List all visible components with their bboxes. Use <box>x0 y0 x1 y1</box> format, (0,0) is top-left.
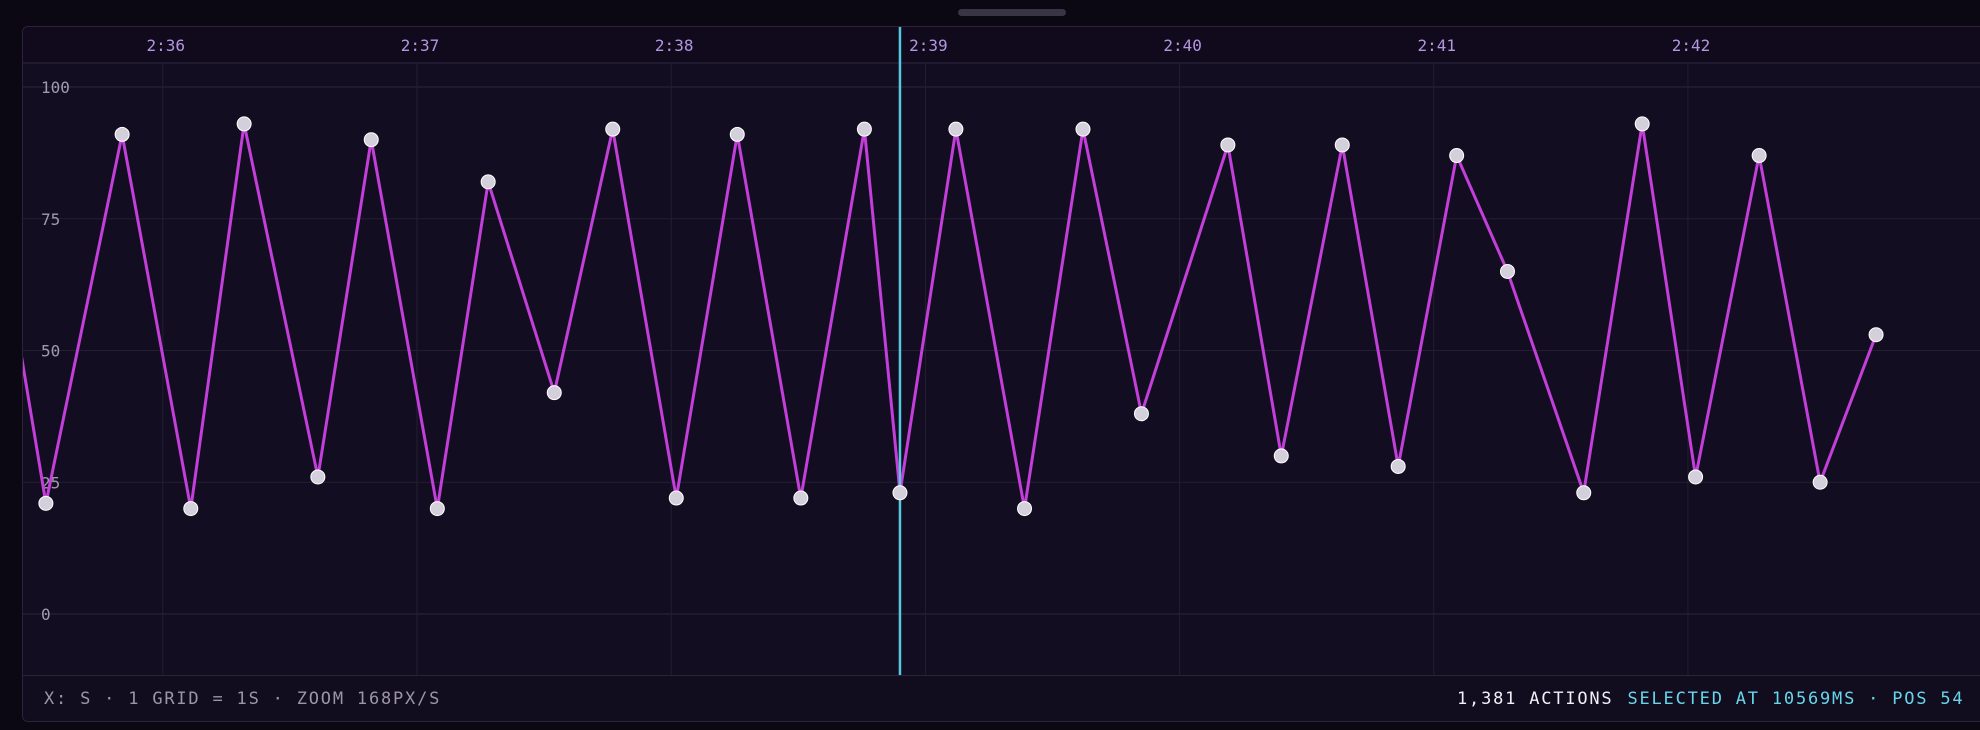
data-point[interactable] <box>892 485 908 501</box>
data-point[interactable] <box>948 121 964 137</box>
data-point[interactable] <box>363 132 379 148</box>
data-point[interactable] <box>856 121 872 137</box>
y-tick-label: 0 <box>41 605 51 624</box>
data-point[interactable] <box>793 490 809 506</box>
data-point[interactable] <box>1751 148 1767 164</box>
app-window: 0 25 50 75 100 2:36 2:37 2:38 2:39 2:40 2:41 2:42 … <box>0 0 1980 730</box>
actions-count: 1,381 ACTIONS <box>1457 689 1614 709</box>
x-tick-label: 2:36 <box>147 36 186 55</box>
data-point[interactable] <box>1390 458 1406 474</box>
data-point[interactable] <box>1688 469 1704 485</box>
x-tick-label: 2:42 <box>1672 36 1711 55</box>
x-tick-label: 2:40 <box>1163 36 1202 55</box>
data-point[interactable] <box>1334 137 1350 153</box>
data-point[interactable] <box>1220 137 1236 153</box>
data-point[interactable] <box>183 501 199 517</box>
data-point[interactable] <box>429 501 445 517</box>
x-axis-info: X: S · 1 GRID = 1S · ZOOM 168PX/S <box>44 689 442 709</box>
data-point[interactable] <box>310 469 326 485</box>
data-point[interactable] <box>38 495 54 511</box>
x-tick-label: 2:38 <box>655 36 694 55</box>
y-tick-label: 75 <box>41 210 60 229</box>
timeline-chart[interactable]: 0255075100 2:36 2:37 2:38 2:39 2:40 2:41 2:42 <box>23 27 1980 675</box>
data-point[interactable] <box>1449 148 1465 164</box>
data-point[interactable] <box>114 126 130 142</box>
data-point[interactable] <box>1017 501 1033 517</box>
data-point[interactable] <box>1576 485 1592 501</box>
x-tick-label: 2:39 <box>909 36 948 55</box>
data-point[interactable] <box>605 121 621 137</box>
selected-info: SELECTED AT 10569MS · POS 54 <box>1627 689 1965 709</box>
data-point[interactable] <box>1868 327 1884 343</box>
data-point[interactable] <box>236 116 252 132</box>
data-point[interactable] <box>1273 448 1289 464</box>
drag-handle[interactable] <box>958 9 1066 16</box>
data-point[interactable] <box>1499 263 1515 279</box>
status-bar: X: S · 1 GRID = 1S · ZOOM 168PX/S 1,381 … <box>23 675 1980 721</box>
x-tick-label: 2:37 <box>401 36 440 55</box>
x-tick-label: 2:41 <box>1418 36 1457 55</box>
y-tick-label: 50 <box>41 342 60 361</box>
y-tick-label: 100 <box>41 78 70 97</box>
data-point[interactable] <box>1075 121 1091 137</box>
data-point[interactable] <box>546 385 562 401</box>
data-point[interactable] <box>1133 406 1149 422</box>
data-point[interactable] <box>1634 116 1650 132</box>
data-point[interactable] <box>668 490 684 506</box>
data-point[interactable] <box>729 126 745 142</box>
timeline-panel: 0 25 50 75 100 2:36 2:37 2:38 2:39 2:40 2:41 2:42 … <box>22 26 1980 722</box>
data-point[interactable] <box>1812 474 1828 490</box>
data-point[interactable] <box>480 174 496 190</box>
status-right-group: 1,381 ACTIONS SELECTED AT 10569MS · POS 5… <box>1457 676 1965 721</box>
